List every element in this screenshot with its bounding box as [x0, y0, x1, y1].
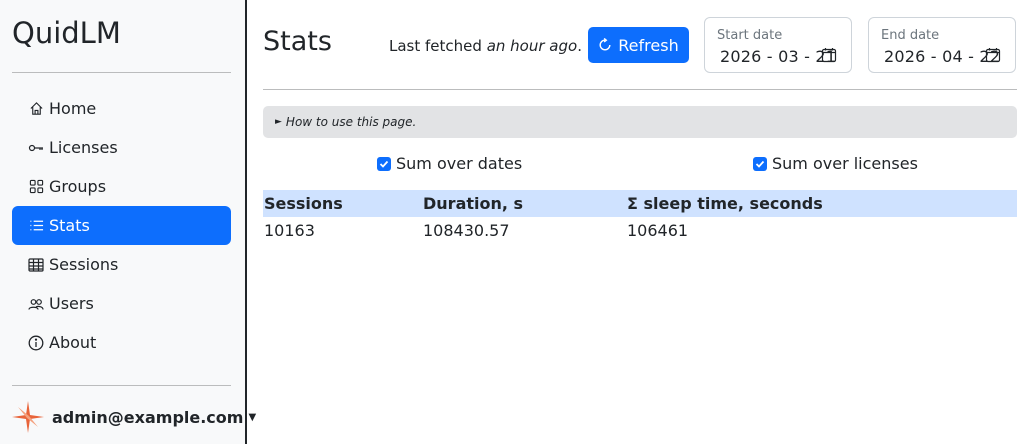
sidebar-item-about[interactable]: About [12, 323, 231, 362]
last-fetched-text: Last fetched an hour ago. [389, 37, 582, 55]
user-email: admin@example.com [52, 407, 244, 427]
end-date-label: End date [881, 28, 940, 43]
checkbox-checked-icon[interactable] [377, 156, 391, 171]
how-to-disclosure[interactable]: ► How to use this page. [263, 106, 1017, 138]
sidebar-item-label: Stats [49, 216, 90, 235]
end-date-value[interactable]: 2026 - 04 - 22 [884, 47, 1000, 66]
sidebar: QuidLM Home Licenses Groups Stats Sessio… [0, 0, 256, 444]
calendar-icon[interactable] [985, 47, 1001, 63]
sum-over-licenses-label: Sum over licenses [772, 154, 918, 173]
sidebar-item-label: Licenses [49, 138, 118, 157]
start-date-field[interactable]: Start date 2026 - 03 - 21 [704, 17, 852, 73]
column-header[interactable]: Sessions [263, 190, 422, 217]
list-icon [28, 218, 44, 234]
page-title: Stats [263, 26, 332, 57]
brand-title[interactable]: QuidLM [12, 16, 121, 50]
sidebar-item-sessions[interactable]: Sessions [12, 245, 231, 284]
table-header-row: Sessions Duration, s Σ sleep time, secon… [263, 190, 1017, 217]
sidebar-item-label: Users [49, 294, 94, 313]
table-row: 10163 108430.57 106461 [263, 217, 1017, 244]
divider [12, 385, 231, 386]
column-header[interactable]: Duration, s [422, 190, 626, 217]
calendar-icon[interactable] [821, 47, 837, 63]
how-to-label: How to use this page. [285, 115, 417, 129]
key-icon [28, 140, 44, 156]
sidebar-item-label: Home [49, 99, 97, 118]
checkbox-checked-icon[interactable] [753, 156, 767, 171]
user-menu[interactable]: admin@example.com ▼ [12, 401, 256, 433]
divider [12, 72, 231, 73]
sidebar-item-label: Groups [49, 177, 107, 196]
people-icon [28, 296, 44, 312]
sidebar-item-groups[interactable]: Groups [12, 167, 231, 206]
house-icon [28, 101, 44, 117]
sidebar-item-stats[interactable]: Stats [12, 206, 231, 245]
sidebar-nav: Home Licenses Groups Stats Sessions User… [12, 89, 231, 362]
table-cell: 108430.57 [423, 221, 510, 240]
stats-table: Sessions Duration, s Σ sleep time, secon… [263, 190, 1017, 244]
divider [263, 89, 1017, 90]
column-header[interactable]: Σ sleep time, seconds [626, 190, 1017, 217]
grid-icon [28, 179, 44, 195]
sidebar-item-licenses[interactable]: Licenses [12, 128, 231, 167]
table-cell: 106461 [627, 221, 689, 240]
info-circle-icon [28, 335, 44, 351]
sum-over-dates-label: Sum over dates [396, 154, 523, 173]
disclosure-triangle-icon: ► [275, 117, 282, 127]
sidebar-item-label: Sessions [49, 255, 119, 274]
refresh-button[interactable]: Refresh [588, 27, 689, 63]
sum-over-dates-checkbox[interactable]: Sum over dates [377, 154, 522, 173]
refresh-label: Refresh [618, 35, 679, 55]
user-logo-icon [12, 401, 44, 433]
sidebar-item-users[interactable]: Users [12, 284, 231, 323]
sidebar-item-home[interactable]: Home [12, 89, 231, 128]
main-content: Stats Last fetched an hour ago. Refresh … [263, 0, 1017, 444]
start-date-value[interactable]: 2026 - 03 - 21 [720, 47, 836, 66]
start-date-label: Start date [717, 28, 783, 43]
caret-down-icon: ▼ [248, 411, 257, 423]
sum-over-licenses-checkbox[interactable]: Sum over licenses [753, 154, 918, 173]
table-cell: 10163 [264, 221, 315, 240]
sidebar-item-label: About [49, 333, 97, 352]
fetched-time: an hour ago [486, 37, 578, 55]
fetched-prefix: Last fetched [389, 37, 482, 55]
refresh-icon [598, 38, 612, 52]
table-icon [28, 257, 44, 273]
end-date-field[interactable]: End date 2026 - 04 - 22 [868, 17, 1016, 73]
fetched-suffix: . [577, 37, 582, 55]
